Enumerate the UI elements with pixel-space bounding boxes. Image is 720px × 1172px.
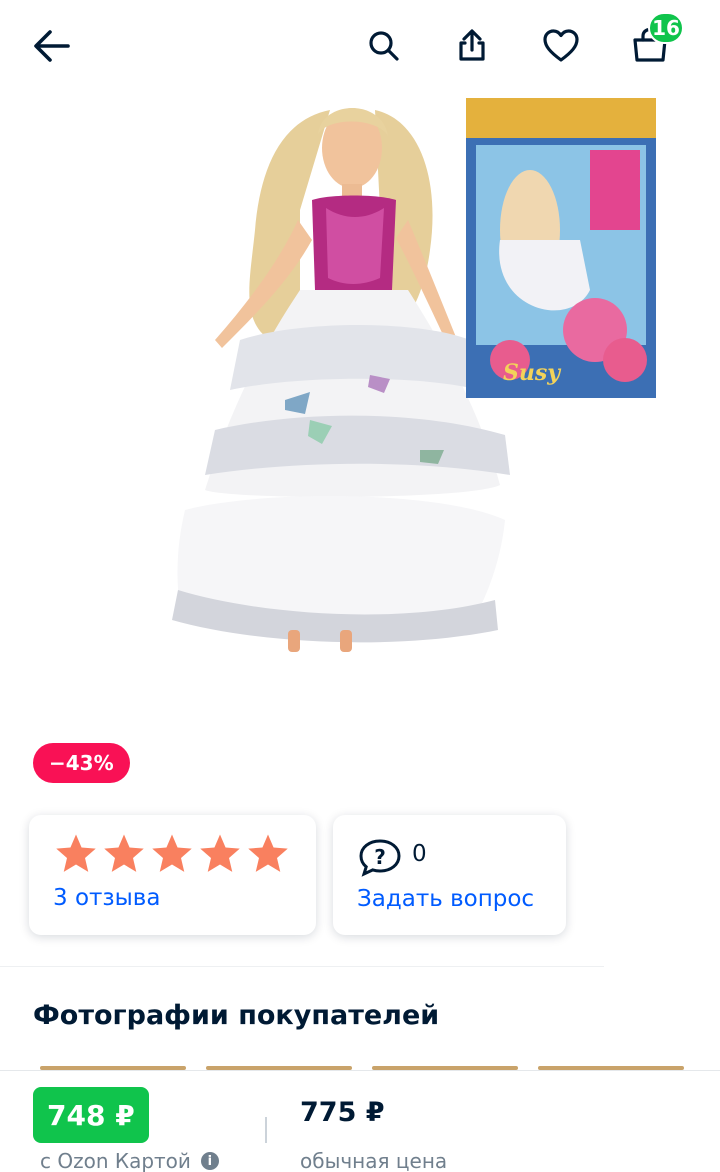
doll-illustration [172, 108, 510, 652]
regular-price: 775 ₽ [300, 1097, 385, 1128]
rating-card[interactable]: 3 отзыва [29, 815, 316, 935]
heart-icon [543, 29, 579, 62]
cart-count-badge: 16 [648, 12, 684, 44]
ozon-card-price[interactable]: 748 ₽ [33, 1087, 149, 1143]
top-bar: 16 [0, 0, 720, 96]
section-divider [0, 966, 604, 967]
ask-question-link[interactable]: Задать вопрос [357, 886, 534, 912]
star-icon [200, 834, 240, 872]
customer-photos-title: Фотографии покупателей [33, 1000, 440, 1031]
ozon-card-label-text: с Ozon Картой [40, 1149, 191, 1172]
back-button[interactable] [24, 18, 80, 74]
reviews-link[interactable]: 3 отзыва [53, 885, 160, 911]
box-brand-text: Susy [503, 360, 562, 386]
star-icon [56, 834, 96, 872]
rating-stars [53, 831, 291, 877]
ozon-card-label[interactable]: с Ozon Картой i [40, 1149, 219, 1172]
favorite-button[interactable] [533, 18, 589, 74]
product-image-gallery[interactable]: Susy [0, 90, 720, 710]
star-icon [104, 834, 144, 872]
questions-card[interactable]: ? 0 Задать вопрос [333, 815, 566, 935]
star-icon [152, 834, 192, 872]
question-bubble-icon: ? [359, 839, 401, 877]
search-button[interactable] [356, 18, 412, 74]
product-image: Susy [172, 98, 656, 652]
questions-count: 0 [412, 841, 427, 867]
regular-price-label: обычная цена [300, 1149, 448, 1172]
doll-box-illustration: Susy [466, 98, 656, 398]
info-icon[interactable]: i [200, 1152, 219, 1170]
discount-badge: −43% [33, 743, 130, 783]
share-button[interactable] [444, 18, 500, 74]
bottom-price-bar: 748 ₽ с Ozon Картой i 775 ₽ обычная цена [0, 1070, 720, 1172]
star-icon [248, 834, 288, 872]
arrow-left-icon [34, 30, 70, 62]
price-separator [265, 1117, 267, 1143]
svg-text:?: ? [374, 845, 386, 869]
share-icon [459, 29, 485, 61]
search-icon [369, 31, 399, 61]
